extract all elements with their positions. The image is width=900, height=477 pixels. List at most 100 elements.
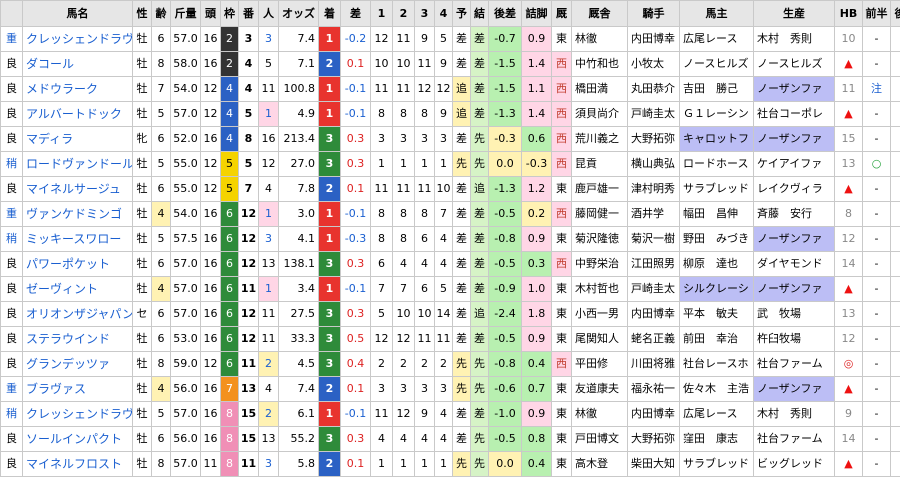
- table-row[interactable]: 稍ミッキースワロー牡557.51661234.11-0.38864差差-0.80…: [1, 227, 900, 252]
- table-row[interactable]: 重クレッシェンドラヴ牡657.0162337.41-0.2121195差差-0.…: [1, 27, 900, 52]
- corner3-cell: 9: [415, 27, 435, 52]
- table-row[interactable]: 稍クレッシェンドラヴ牡557.01681526.11-0.1111294差差-1…: [1, 402, 900, 427]
- jockey-cell: 横山典弘: [628, 152, 680, 177]
- horse-name-link[interactable]: パワーポケット: [23, 252, 133, 277]
- corner1-cell: 12: [371, 27, 393, 52]
- field-size-cell: 16: [201, 277, 221, 302]
- table-row[interactable]: 良マイネルサージュ牡655.0125747.820.111111110差追-1.…: [1, 177, 900, 202]
- owner-cell: 平本 敏夫: [680, 302, 754, 327]
- finish-cell: 2: [319, 377, 341, 402]
- trainer-cell: 小西一男: [572, 302, 628, 327]
- table-row[interactable]: 良ゼーヴィント牡457.01661113.41-0.17765差差-0.91.0…: [1, 277, 900, 302]
- table-row[interactable]: 重ヴァンケドミンゴ牡454.01661213.01-0.18887差差-0.50…: [1, 202, 900, 227]
- horse-name-link[interactable]: マイネルフロスト: [23, 452, 133, 477]
- margin-cell: 0.3: [341, 127, 371, 152]
- weight-cell: 54.0: [171, 77, 201, 102]
- breeder-cell: ノーザンファ: [754, 127, 835, 152]
- col-c2: 2: [393, 1, 415, 27]
- sex-cell: 牝: [133, 127, 152, 152]
- horse-name-link[interactable]: ダコール: [23, 52, 133, 77]
- predicted-style-cell: 差: [453, 177, 471, 202]
- popularity-cell: 4: [259, 177, 279, 202]
- closing-cell: 0.7: [522, 377, 552, 402]
- horse-name-link[interactable]: クレッシェンドラヴ: [23, 402, 133, 427]
- stable-region-cell: 東: [552, 277, 572, 302]
- first-half-cell: -: [863, 202, 891, 227]
- horse-name-link[interactable]: マディラ: [23, 127, 133, 152]
- predicted-style-cell: 差: [453, 252, 471, 277]
- second-half-cell: ◎: [891, 202, 900, 227]
- horse-name-link[interactable]: ゼーヴィント: [23, 277, 133, 302]
- table-row[interactable]: 良アルバートドック牡557.0124514.91-0.18889追差-1.31.…: [1, 102, 900, 127]
- weight-cell: 52.0: [171, 127, 201, 152]
- table-row[interactable]: 良ソールインパクト牡656.0168151355.230.34444差先-0.5…: [1, 427, 900, 452]
- corner3-cell: 1: [415, 452, 435, 477]
- hb-cell: 14: [835, 427, 863, 452]
- horse-name-link[interactable]: アルバートドック: [23, 102, 133, 127]
- horse-name-link[interactable]: クレッシェンドラヴ: [23, 27, 133, 52]
- margin-cell: -0.1: [341, 202, 371, 227]
- field-size-cell: 11: [201, 452, 221, 477]
- table-row[interactable]: 良ダコール牡858.0162457.120.11010119差差-1.51.4西…: [1, 52, 900, 77]
- result-style-cell: 先: [471, 377, 489, 402]
- owner-cell: ロードホース: [680, 152, 754, 177]
- baba-cell: 重: [1, 27, 23, 52]
- second-half-cell: -: [891, 252, 900, 277]
- result-style-cell: 差: [471, 27, 489, 52]
- corner2-cell: 3: [393, 377, 415, 402]
- stable-region-cell: 西: [552, 252, 572, 277]
- horse-name-link[interactable]: オリオンザジャパン: [23, 302, 133, 327]
- horse-name-link[interactable]: グランデッツァ: [23, 352, 133, 377]
- baba-cell: 良: [1, 427, 23, 452]
- owner-cell: 柳原 達也: [680, 252, 754, 277]
- trainer-cell: 中野栄治: [572, 252, 628, 277]
- gate-number-cell: 11: [239, 452, 259, 477]
- stable-region-cell: 東: [552, 177, 572, 202]
- horse-name-link[interactable]: マイネルサージュ: [23, 177, 133, 202]
- closing-cell: 0.3: [522, 252, 552, 277]
- horse-name-link[interactable]: ミッキースワロー: [23, 227, 133, 252]
- corner1-cell: 11: [371, 177, 393, 202]
- finish-cell: 2: [319, 52, 341, 77]
- horse-name-link[interactable]: メドウラーク: [23, 77, 133, 102]
- trainer-cell: 林徹: [572, 402, 628, 427]
- table-row[interactable]: 重ブラヴァス牡456.01671347.420.13333先先-0.60.7東友…: [1, 377, 900, 402]
- table-row[interactable]: 良マイネルフロスト牡857.01181135.820.11111先先0.00.4…: [1, 452, 900, 477]
- table-row[interactable]: 良メドウラーク牡754.0124411100.81-0.111111212追差-…: [1, 77, 900, 102]
- baba-cell: 良: [1, 102, 23, 127]
- table-row[interactable]: 良グランデッツァ牡859.01261124.530.42222先先-0.80.4…: [1, 352, 900, 377]
- second-half-cell: ○: [891, 27, 900, 52]
- stable-region-cell: 東: [552, 402, 572, 427]
- horse-name-link[interactable]: ロードヴァンドール: [23, 152, 133, 177]
- horse-name-link[interactable]: ヴァンケドミンゴ: [23, 202, 133, 227]
- gate-number-cell: 5: [239, 102, 259, 127]
- corner3-cell: 3: [415, 127, 435, 152]
- table-row[interactable]: 良ステラウインド牡653.0166121133.330.512121111差差-…: [1, 327, 900, 352]
- table-row[interactable]: 稍ロードヴァンドール牡555.012551227.030.31111先先0.0-…: [1, 152, 900, 177]
- first-half-cell: -: [863, 252, 891, 277]
- first-half-cell: -: [863, 327, 891, 352]
- hb-cell: 12: [835, 327, 863, 352]
- corner1-cell: 2: [371, 352, 393, 377]
- odds-cell: 55.2: [279, 427, 319, 452]
- late-diff-cell: -0.5: [489, 327, 522, 352]
- closing-cell: 0.9: [522, 327, 552, 352]
- table-row[interactable]: 良マディラ牝652.0164816213.430.33333差先-0.30.6西…: [1, 127, 900, 152]
- horse-name-link[interactable]: ステラウインド: [23, 327, 133, 352]
- table-row[interactable]: 良パワーポケット牡657.01661213138.130.36444差差-0.5…: [1, 252, 900, 277]
- odds-cell: 4.9: [279, 102, 319, 127]
- field-size-cell: 12: [201, 102, 221, 127]
- field-size-cell: 16: [201, 427, 221, 452]
- predicted-style-cell: 差: [453, 327, 471, 352]
- weight-cell: 56.0: [171, 427, 201, 452]
- horse-name-link[interactable]: ソールインパクト: [23, 427, 133, 452]
- corner4-cell: 4: [435, 402, 453, 427]
- table-row[interactable]: 良オリオンザジャパンセ657.0166121127.530.35101014差追…: [1, 302, 900, 327]
- weight-cell: 57.0: [171, 452, 201, 477]
- corner4-cell: 4: [435, 252, 453, 277]
- age-cell: 5: [152, 227, 171, 252]
- horse-name-link[interactable]: ブラヴァス: [23, 377, 133, 402]
- corner2-cell: 11: [393, 177, 415, 202]
- corner2-cell: 11: [393, 27, 415, 52]
- col-nin: 人: [259, 1, 279, 27]
